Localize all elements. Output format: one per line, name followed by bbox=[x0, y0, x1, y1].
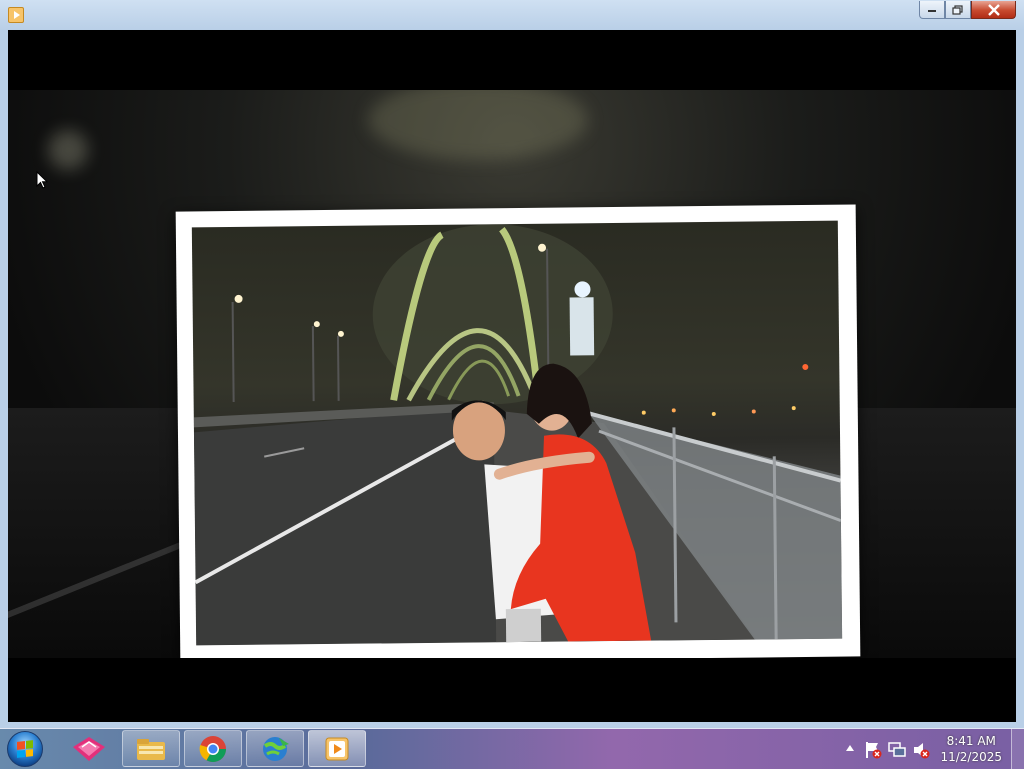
start-button[interactable] bbox=[7, 731, 43, 767]
background-bridge-glow bbox=[368, 90, 588, 160]
minimize-button[interactable] bbox=[919, 1, 945, 19]
player-viewport[interactable] bbox=[8, 30, 1016, 722]
photo-frame bbox=[175, 204, 861, 658]
close-icon bbox=[987, 3, 1000, 16]
clock-date: 11/2/2025 bbox=[940, 750, 1002, 764]
title-bar[interactable] bbox=[0, 0, 1024, 30]
taskbar-media-player[interactable] bbox=[308, 730, 366, 767]
taskbar-globe-downloader[interactable] bbox=[246, 730, 304, 767]
chrome-browser-icon bbox=[199, 735, 227, 762]
slideshow-photo bbox=[191, 220, 843, 646]
taskbar-file-explorer[interactable] bbox=[122, 730, 180, 767]
minimize-icon bbox=[928, 9, 936, 12]
restore-button[interactable] bbox=[945, 1, 971, 19]
slideshow-scene bbox=[8, 90, 1016, 658]
globe-download-icon bbox=[263, 736, 289, 761]
taskbar-pinned-pink-app[interactable] bbox=[60, 730, 118, 767]
window-controls bbox=[919, 1, 1016, 20]
media-player-icon bbox=[325, 737, 349, 760]
background-light bbox=[48, 130, 88, 170]
taskbar-chrome-browser[interactable] bbox=[184, 730, 242, 767]
restore-icon bbox=[952, 4, 963, 15]
system-tray: 8:41 AM 11/2/2025 bbox=[844, 729, 1024, 769]
network-icon[interactable] bbox=[888, 741, 906, 759]
file-explorer-icon bbox=[137, 738, 165, 760]
couple-on-bridge-photo bbox=[193, 224, 843, 646]
close-button[interactable] bbox=[971, 1, 1016, 19]
windows-start-icon bbox=[17, 740, 33, 758]
clock-time: 8:41 AM bbox=[946, 734, 996, 748]
media-player-icon[interactable] bbox=[8, 7, 24, 23]
action-center-flag-icon[interactable] bbox=[864, 741, 882, 759]
pink-app-icon bbox=[73, 736, 105, 761]
mouse-cursor-icon bbox=[36, 171, 48, 189]
taskbar-clock[interactable]: 8:41 AM 11/2/2025 bbox=[940, 733, 1002, 765]
show-hidden-icons[interactable] bbox=[846, 745, 854, 751]
show-desktop-button[interactable] bbox=[1011, 729, 1024, 769]
media-player-window bbox=[0, 0, 1024, 729]
taskbar: 8:41 AM 11/2/2025 bbox=[0, 728, 1024, 769]
volume-muted-icon[interactable] bbox=[912, 741, 930, 759]
